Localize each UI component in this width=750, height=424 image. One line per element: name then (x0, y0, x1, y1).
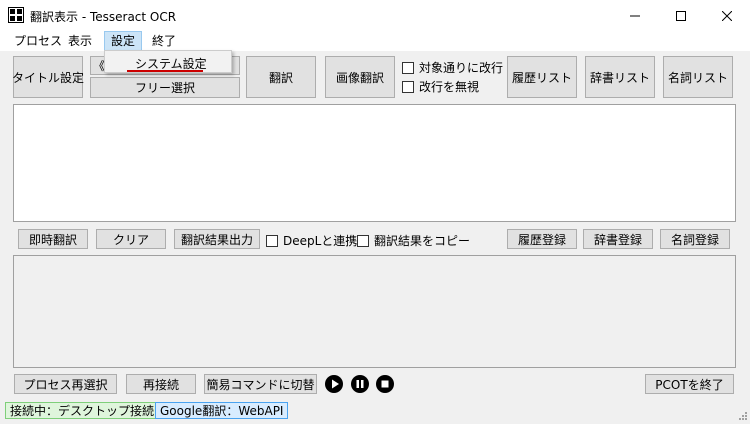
dictionary-list-button[interactable]: 辞書リスト (585, 56, 655, 98)
translate-button[interactable]: 翻訳 (246, 56, 316, 98)
close-button[interactable] (704, 0, 750, 31)
app-icon (8, 7, 24, 23)
highlight-underline (127, 70, 203, 72)
maximize-icon (676, 10, 686, 21)
title-bar: 翻訳表示 - Tesseract OCR (0, 0, 750, 31)
checkbox-box (402, 80, 414, 93)
copy-result-label: 翻訳結果をコピー (374, 234, 471, 248)
noun-list-button[interactable]: 名詞リスト (663, 56, 733, 98)
ignore-newline-checkbox[interactable]: 改行を無視 (402, 78, 479, 95)
menu-settings[interactable]: 設定 (104, 31, 143, 51)
pause-icon (351, 375, 369, 393)
pause-button[interactable] (350, 374, 370, 394)
deepl-checkbox[interactable]: DeepLと連携 (266, 232, 357, 249)
menu-bar: プロセス 表示 設定 終了 (0, 31, 750, 51)
menu-process[interactable]: プロセス (8, 31, 68, 51)
reconnect-button[interactable]: 再接続 (126, 374, 196, 394)
stop-icon (376, 375, 394, 393)
deepl-label: DeepLと連携 (283, 234, 358, 248)
play-button[interactable] (324, 374, 344, 394)
copy-result-checkbox[interactable]: 翻訳結果をコピー (357, 232, 470, 249)
stop-button[interactable] (375, 374, 395, 394)
checkbox-box (402, 61, 414, 74)
instant-translate-button[interactable]: 即時翻訳 (18, 229, 88, 249)
title-setting-button[interactable]: タイトル設定 (12, 56, 84, 98)
quit-pcot-button[interactable]: PCOTを終了 (645, 374, 734, 394)
play-icon (325, 375, 343, 393)
clear-button[interactable]: クリア (96, 229, 166, 249)
source-text-area[interactable] (13, 104, 736, 222)
history-list-button[interactable]: 履歴リスト (507, 56, 577, 98)
free-select-button[interactable]: フリー選択 (90, 77, 240, 98)
dictionary-register-button[interactable]: 辞書登録 (583, 229, 653, 249)
output-result-button[interactable]: 翻訳結果出力 (174, 229, 260, 249)
checkbox-box (357, 234, 369, 247)
simple-command-button[interactable]: 簡易コマンドに切替 (204, 374, 317, 394)
result-text-area[interactable] (13, 255, 736, 368)
minimize-icon (630, 15, 640, 16)
history-register-button[interactable]: 履歴登録 (507, 229, 577, 249)
settings-dropdown: システム設定 (104, 50, 232, 73)
checkbox-box (266, 234, 278, 247)
menu-view[interactable]: 表示 (62, 31, 98, 51)
target-newline-label: 対象通りに改行 (419, 61, 504, 75)
noun-register-button[interactable]: 名詞登録 (660, 229, 730, 249)
image-translate-button[interactable]: 画像翻訳 (325, 56, 395, 98)
minimize-button[interactable] (612, 0, 658, 31)
menu-exit[interactable]: 終了 (146, 31, 182, 51)
ignore-newline-label: 改行を無視 (419, 80, 480, 94)
window-title: 翻訳表示 - Tesseract OCR (30, 10, 177, 24)
target-newline-checkbox[interactable]: 対象通りに改行 (402, 59, 503, 76)
status-connection: 接続中：デスクトップ接続 (5, 402, 160, 419)
reselect-process-button[interactable]: プロセス再選択 (14, 374, 117, 394)
status-engine: Google翻訳：WebAPI (155, 402, 289, 419)
maximize-button[interactable] (658, 0, 704, 31)
close-icon (722, 10, 732, 21)
